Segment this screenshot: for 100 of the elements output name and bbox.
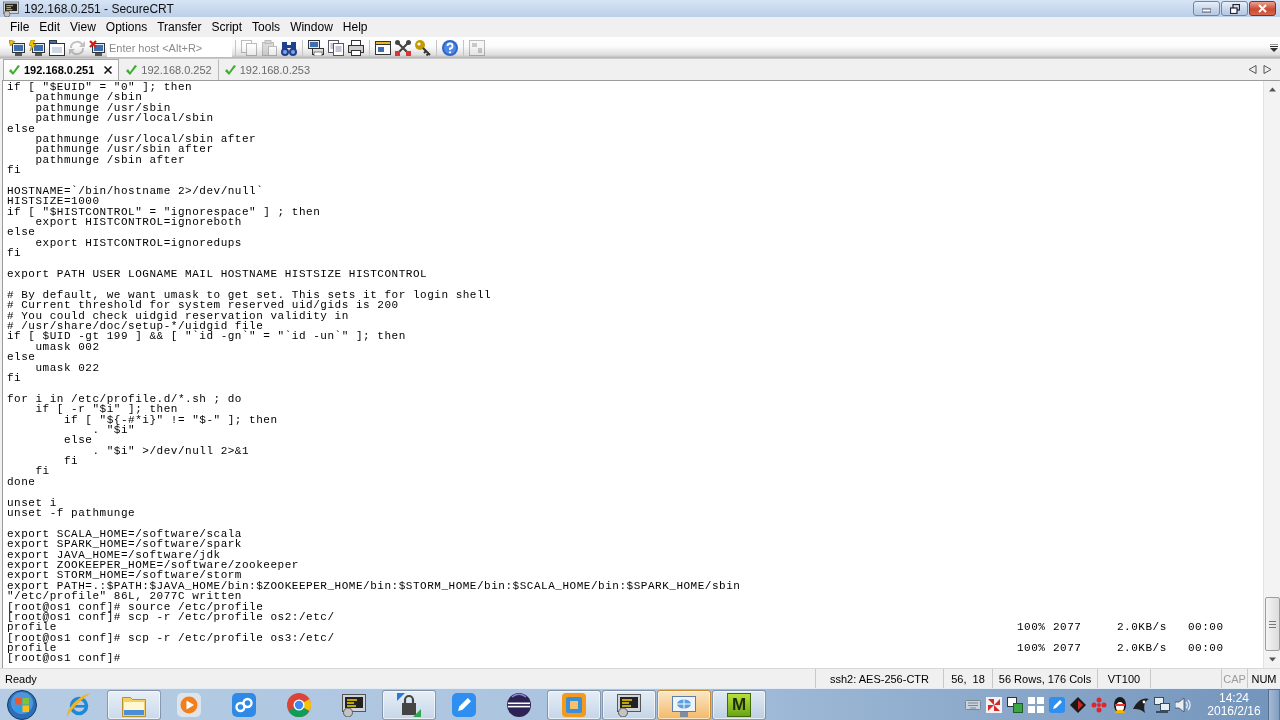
screen-printer-icon: [308, 39, 324, 56]
terminal-line: pathmunge /sbin after: [34, 153, 186, 166]
toolbar-button[interactable]: [393, 37, 413, 58]
toolbar-button[interactable]: [7, 37, 27, 58]
monitor-spark-icon: [9, 39, 25, 56]
terminal-line: export JAVA_HOME=/software/jdk: [7, 548, 221, 561]
close-icon: [1258, 4, 1267, 13]
penguin-icon[interactable]: [1112, 696, 1128, 713]
close-button[interactable]: [1249, 1, 1276, 16]
terminal-line: HISTSIZE=1000: [7, 195, 100, 208]
terminal-line: export STORM_HOME=/software/storm: [7, 569, 242, 582]
menu-item[interactable]: Tools: [247, 18, 286, 36]
terminal-line: . "$i" >/dev/null 2>&1: [91, 444, 250, 457]
triangle-up-icon: [1268, 86, 1276, 93]
toolbar-button[interactable]: [413, 37, 433, 58]
dots-cluster-icon[interactable]: [1091, 696, 1107, 713]
terminal-line: # You could check uidgid reservation validity in: [7, 309, 349, 322]
file-name: profile: [7, 622, 57, 633]
taskbar-button[interactable]: M: [712, 689, 766, 720]
terminal-line: pathmunge /usr/local/sbin: [34, 112, 214, 125]
terminal-line: pathmunge /usr/local/sbin after: [34, 132, 257, 145]
menu-item[interactable]: Window: [285, 18, 338, 36]
binoculars-icon: [281, 39, 297, 56]
terminal-line: else: [7, 122, 36, 135]
tab[interactable]: 192.168.0.252: [119, 59, 218, 80]
restore-button[interactable]: [1221, 1, 1248, 16]
terminal-line: done: [7, 475, 36, 488]
window-sync-icon[interactable]: [1007, 696, 1023, 713]
terminal-line: if [ -r "$i" ]; then: [34, 403, 178, 416]
transfer-size: 2077: [1053, 622, 1082, 633]
scrollbar-thumb[interactable]: [1264, 597, 1280, 651]
window-tab-icon: [49, 39, 65, 56]
terminal-line: [root@os1 conf]# scp -r /etc/profile os3:/etc/: [7, 631, 335, 644]
pen-tile-icon[interactable]: [1049, 696, 1065, 713]
terminal-line: else: [62, 434, 93, 447]
toolbar-button[interactable]: [326, 37, 346, 58]
transfer-percent: 100%: [1017, 622, 1046, 633]
rings-tile-icon: [232, 692, 256, 717]
terminal-line: fi: [7, 371, 22, 384]
terminal-line: if [ "${-#*i}" != "$-" ]; then: [62, 413, 278, 426]
transfer-time: 00:00: [1188, 643, 1224, 654]
toolbar-button[interactable]: [47, 37, 67, 58]
terminal-line: else: [7, 351, 36, 364]
file-name: profile: [7, 643, 57, 654]
window-icon: [375, 39, 391, 56]
terminal-line: if [ "$EUID" = "0" ]; then: [7, 81, 193, 93]
printer-icon: [348, 39, 364, 56]
toolbar-button[interactable]: [306, 37, 326, 58]
tab[interactable]: 192.168.0.251: [3, 59, 120, 80]
menu-item[interactable]: File: [5, 18, 35, 36]
terminal-screen-icon: [617, 692, 641, 717]
taskbar-button[interactable]: [382, 689, 436, 720]
menu-item[interactable]: Edit: [34, 18, 66, 36]
chevron-down-icon[interactable]: [1270, 43, 1278, 52]
help-icon: [442, 39, 458, 56]
triangle-down-icon: [1268, 656, 1276, 663]
terminal-line: export SCALA_HOME=/software/scala: [7, 527, 242, 540]
copy-icon: [241, 39, 257, 56]
terminal-line: for i in /etc/profile.d/*.sh ; do: [7, 392, 242, 405]
network-icon[interactable]: [1154, 696, 1170, 713]
triangle-right-icon[interactable]: [1263, 65, 1272, 74]
monitor-bolt-icon: [29, 39, 45, 56]
close-icon[interactable]: [104, 66, 113, 74]
menu-item[interactable]: View: [65, 18, 101, 36]
taskbar-button[interactable]: [602, 689, 656, 720]
toolbar-button[interactable]: [346, 37, 366, 58]
terminal-line: else: [7, 226, 36, 239]
transfer-size: 2077: [1053, 643, 1082, 654]
terminal-line: fi: [7, 164, 22, 177]
start-orb-icon: [7, 689, 37, 720]
terminal-line: unset -f pathmunge: [7, 507, 136, 519]
scrollbar[interactable]: [1263, 81, 1280, 668]
toolbar-button[interactable]: [87, 37, 107, 58]
terminal-line: export PATH USER LOGNAME MAIL HOSTNAME HISTSIZE HISTCONTROL: [7, 268, 428, 281]
transfer-percent: 100%: [1017, 643, 1046, 654]
terminal-line: export HISTCONTROL=ignoreboth: [34, 216, 242, 229]
key-icon: [415, 39, 431, 56]
terminal-line: "/etc/profile" 86L, 2077C written: [7, 590, 242, 603]
toolbar-button[interactable]: [27, 37, 47, 58]
four-panes-icon[interactable]: [1028, 696, 1044, 713]
terminal-line: fi: [34, 465, 50, 478]
menu-item[interactable]: Help: [337, 18, 373, 36]
diamond-logo-icon[interactable]: [1070, 696, 1086, 713]
toolbar-button[interactable]: [440, 37, 460, 58]
menu-item[interactable]: Options: [100, 18, 153, 36]
bird-icon[interactable]: [1133, 696, 1149, 713]
menu-item[interactable]: Transfer: [152, 18, 207, 36]
triangle-left-icon[interactable]: [1248, 65, 1257, 74]
speaker-icon[interactable]: [1175, 696, 1191, 713]
status-message: Ready: [5, 672, 37, 685]
documents-icon: [328, 39, 344, 56]
terminal-line: if [ "$HISTCONTROL" = "ignorespace" ] ; then: [7, 205, 321, 218]
clock-time: 14:24: [1219, 691, 1249, 705]
terminal-line: # Current threshold for system reserved uid/gids is 200: [7, 299, 399, 312]
terminal-screen-icon: [342, 692, 366, 717]
pinwheel-icon[interactable]: [986, 696, 1002, 713]
terminal-line: HOSTNAME=`/bin/hostname 2>/dev/null`: [7, 184, 264, 197]
menu-item[interactable]: Script: [206, 18, 248, 36]
show-desktop-button[interactable]: [1268, 688, 1280, 720]
clock-date: 2016/2/16: [1207, 704, 1261, 718]
